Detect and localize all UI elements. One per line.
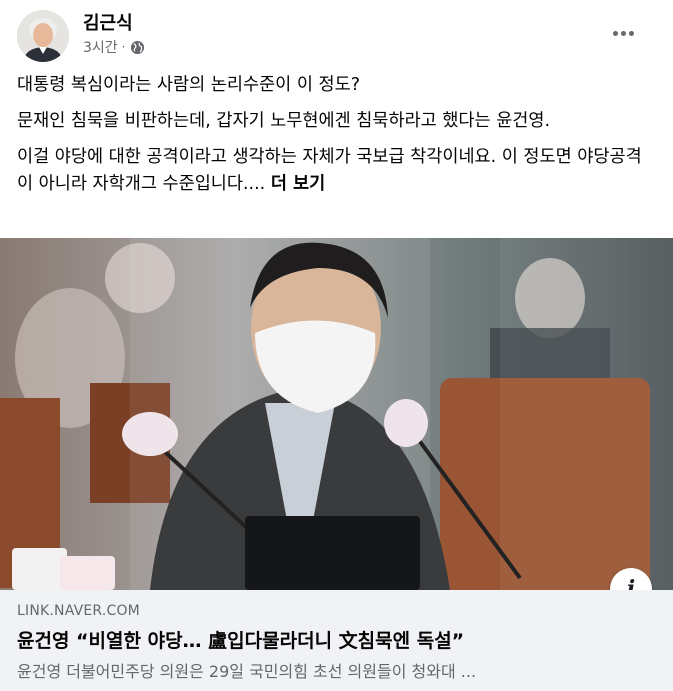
link-domain: LINK.NAVER.COM (17, 603, 140, 619)
author-avatar[interactable] (17, 10, 69, 62)
link-title[interactable]: 윤건영 “비열한 야당… 盧입다물라더니 文침묵엔 독설” (17, 626, 464, 653)
meta-separator: · (121, 40, 126, 54)
avatar-image (17, 10, 69, 62)
post-paragraph-3: 이걸 야당에 대한 공격이라고 생각하는 자체가 국보급 착각이네요. 이 정도… (17, 144, 657, 198)
see-more-link[interactable]: 더 보기 (271, 174, 325, 194)
post-paragraph-2: 문재인 침묵을 비판하는데, 갑자기 노무현에겐 침묵하라고 했다는 윤건영. (17, 111, 551, 131)
news-photo (0, 238, 673, 590)
more-options-icon[interactable] (604, 16, 642, 50)
link-description: 윤건영 더불어민주당 의원은 29일 국민의힘 초선 의원들이 청와대 ... (17, 662, 477, 681)
post-time[interactable]: 3시간 (83, 37, 118, 57)
link-preview-image[interactable] (0, 238, 673, 590)
author-name[interactable]: 김근식 (83, 9, 133, 35)
post-paragraph-3-text: 이걸 야당에 대한 공격이라고 생각하는 자체가 국보급 착각이네요. 이 정도… (17, 147, 642, 194)
post-paragraph-1: 대통령 복심이라는 사람의 논리수준이 이 정도? (17, 75, 361, 95)
globe-icon[interactable] (130, 40, 145, 55)
facebook-post: 김근식 3시간 · 대통령 복심이라는 사람의 논리수준이 이 정도? 문재인 … (0, 0, 673, 691)
link-preview-card[interactable]: LINK.NAVER.COM 윤건영 “비열한 야당… 盧입다물라더니 文침묵엔… (0, 590, 673, 691)
post-meta: 3시간 · (83, 37, 145, 57)
post-text: 대통령 복심이라는 사람의 논리수준이 이 정도? 문재인 침묵을 비판하는데,… (17, 72, 657, 207)
